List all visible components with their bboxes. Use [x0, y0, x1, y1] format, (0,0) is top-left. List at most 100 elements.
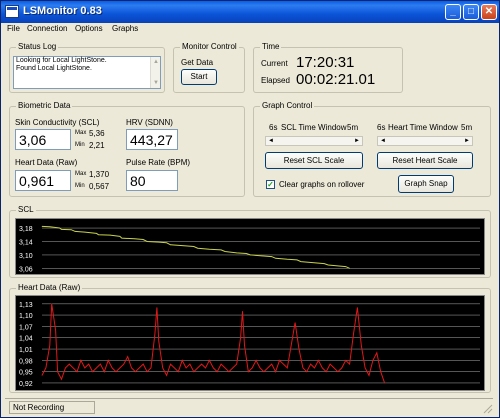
status-log-line: Found Local LightStone. — [16, 65, 92, 72]
elapsed-time-value: 00:02:21.01 — [296, 71, 376, 88]
heart-window-slider[interactable]: ◄ ► — [377, 136, 473, 146]
elapsed-time-label: Elapsed — [261, 76, 290, 85]
data-point — [142, 363, 144, 365]
slider-left-icon[interactable]: ◄ — [266, 137, 276, 145]
reset-heart-scale-button[interactable]: Reset Heart Scale — [377, 152, 473, 169]
menu-file[interactable]: File — [7, 24, 20, 33]
data-point — [220, 363, 222, 365]
title-bar[interactable]: LSMonitor 0.83 _ □ ✕ — [1, 1, 499, 23]
biometric-data-title: Biometric Data — [16, 101, 73, 110]
reset-scl-scale-button[interactable]: Reset SCL Scale — [265, 152, 363, 169]
data-point — [158, 341, 160, 342]
data-point — [376, 352, 378, 354]
y-tick-label: 3,10 — [19, 253, 33, 260]
scl-max-label: Max — [75, 130, 87, 136]
data-point — [312, 262, 313, 263]
data-point — [162, 367, 163, 369]
data-point — [92, 371, 93, 372]
heart-chart: 1,13 1,10 1,07 1,04 1,01 0,98 0,95 0,92 — [19, 302, 480, 388]
data-point — [123, 363, 125, 365]
data-point — [310, 363, 311, 365]
data-point — [80, 360, 82, 361]
data-point — [349, 268, 350, 269]
data-point — [49, 226, 51, 227]
maximize-button[interactable]: □ — [463, 4, 479, 20]
data-point — [205, 367, 206, 369]
status-log-box[interactable]: Looking for Local LightStone. Found Loca… — [13, 56, 161, 89]
scl-window-slider[interactable]: ◄ ► — [265, 136, 363, 146]
app-window: LSMonitor 0.83 _ □ ✕ File Connection Opt… — [0, 0, 500, 418]
data-point — [286, 367, 288, 369]
data-point — [228, 371, 230, 372]
data-point — [261, 255, 263, 257]
data-point — [98, 234, 99, 236]
data-point — [349, 363, 350, 365]
data-point — [201, 363, 202, 365]
status-log-scrollbar[interactable]: ▲ ▼ — [150, 57, 160, 88]
y-tick-label: 3,14 — [19, 239, 33, 246]
data-point — [209, 248, 210, 250]
data-point — [302, 367, 304, 369]
data-point — [372, 360, 374, 361]
slider-right-icon[interactable]: ► — [352, 137, 362, 145]
y-tick-label: 0,98 — [19, 358, 33, 365]
data-point — [294, 322, 296, 323]
data-point — [242, 311, 243, 312]
data-point — [236, 363, 237, 365]
data-point — [70, 229, 72, 231]
data-point — [96, 367, 97, 369]
data-point — [156, 307, 158, 308]
data-point — [240, 337, 241, 339]
minimize-button[interactable]: _ — [445, 4, 461, 20]
scl-graph: 3,18 3,14 3,10 3,06 — [15, 218, 485, 275]
data-point — [306, 371, 308, 372]
data-point — [300, 261, 302, 262]
data-point — [68, 363, 70, 365]
data-point — [72, 367, 74, 369]
scroll-up-icon[interactable]: ▲ — [152, 58, 160, 66]
scroll-down-icon[interactable]: ▼ — [152, 79, 160, 87]
data-point — [318, 360, 319, 361]
data-point — [209, 360, 210, 361]
resize-grip-icon[interactable] — [481, 402, 493, 414]
pulse-rate-label: Pulse Rate (BPM) — [126, 158, 191, 167]
data-point — [322, 367, 323, 369]
data-point — [255, 360, 257, 361]
scl-window-max-label: 5m — [347, 123, 359, 132]
menu-options[interactable]: Options — [75, 24, 103, 33]
clear-on-rollover-label: Clear graphs on rollover — [279, 180, 365, 189]
data-point — [232, 367, 234, 369]
data-point — [131, 367, 132, 369]
data-point — [329, 363, 331, 365]
data-point — [333, 367, 335, 369]
data-point — [368, 375, 370, 376]
start-button[interactable]: Start — [181, 69, 217, 85]
data-point — [100, 363, 101, 365]
data-point — [357, 307, 358, 308]
data-point — [55, 329, 56, 331]
y-tick-label: 1,13 — [19, 302, 33, 309]
graph-snap-button[interactable]: Graph Snap — [398, 175, 454, 193]
data-point — [224, 251, 226, 252]
data-point — [189, 363, 191, 365]
data-point — [216, 371, 218, 372]
scl-window-min-label: 6s — [269, 123, 278, 132]
slider-right-icon[interactable]: ► — [462, 137, 472, 145]
data-point — [224, 367, 226, 369]
slider-left-icon[interactable]: ◄ — [378, 137, 388, 145]
menu-connection[interactable]: Connection — [27, 24, 67, 33]
window-title: LSMonitor 0.83 — [23, 5, 102, 17]
close-button[interactable]: ✕ — [481, 4, 497, 20]
data-point — [246, 253, 247, 254]
clear-on-rollover-checkbox[interactable]: ✓ — [266, 180, 275, 189]
data-point — [150, 367, 152, 369]
get-data-label: Get Data — [181, 58, 214, 67]
data-point — [154, 333, 156, 335]
data-point — [283, 363, 284, 365]
heart-min-value: 0,567 — [89, 182, 110, 191]
menu-graphs[interactable]: Graphs — [112, 24, 138, 33]
scl-value: 3,06 — [15, 129, 71, 150]
data-point — [88, 363, 90, 365]
y-tick-label: 0,92 — [19, 381, 33, 388]
heart-data-value: 0,961 — [15, 170, 71, 191]
